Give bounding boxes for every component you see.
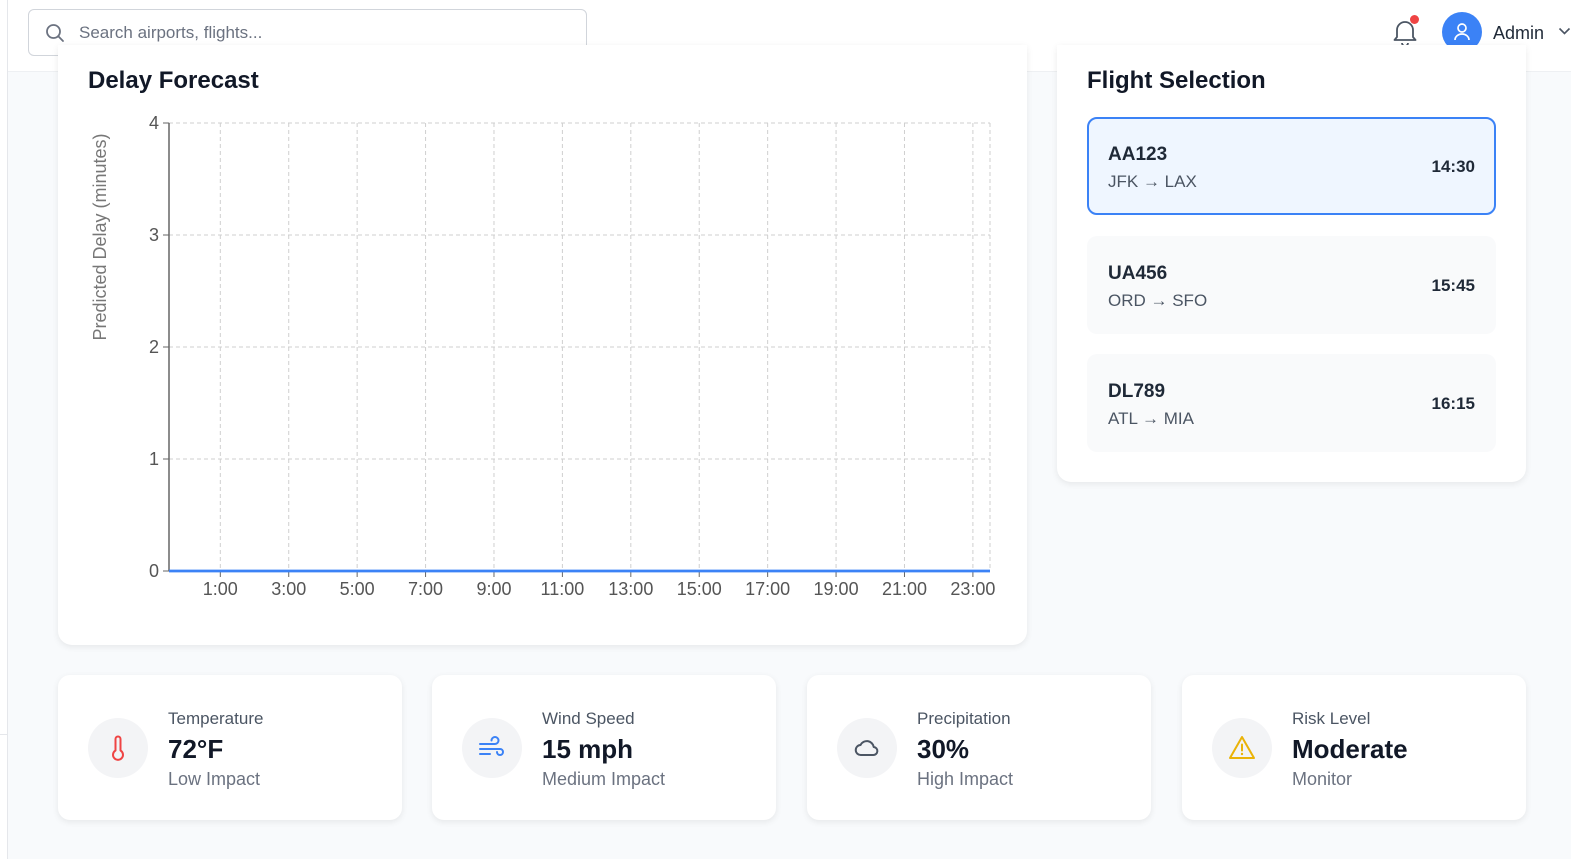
x-tick-label: 1:00 — [203, 579, 238, 599]
x-tick-label: 19:00 — [814, 579, 859, 599]
flight-code: AA123 — [1108, 144, 1168, 165]
flight-time: 16:15 — [1431, 394, 1475, 413]
metric-impact: Medium Impact — [542, 769, 666, 789]
delay-chart: 0 1 2 3 4 1:00 3:00 5:00 7:00 9:00 11:00 13:00 15:00… — [90, 113, 995, 599]
x-tick-label: 7:00 — [408, 579, 443, 599]
metric-card-risk-level: Risk Level Moderate Monitor — [1182, 675, 1526, 820]
flight-time: 15:45 — [1431, 276, 1475, 295]
y-tick-label: 0 — [149, 561, 159, 581]
metric-impact: Low Impact — [168, 769, 261, 789]
flight-code: DL789 — [1108, 381, 1166, 402]
warning-icon — [1229, 736, 1255, 759]
x-tick-label: 13:00 — [608, 579, 653, 599]
y-axis-label: Predicted Delay (minutes) — [90, 133, 110, 340]
flight-time: 14:30 — [1431, 157, 1475, 176]
metric-value: Moderate — [1292, 734, 1408, 764]
flight-route: ATL → MIA — [1108, 409, 1194, 428]
metric-label: Risk Level — [1292, 709, 1371, 728]
user-name[interactable]: Admin — [1493, 23, 1544, 44]
y-tick-label: 2 — [149, 337, 159, 357]
metric-card-wind-speed: Wind Speed 15 mph Medium Impact — [432, 675, 776, 820]
user-icon — [1454, 23, 1470, 41]
metric-value: 72°F — [168, 734, 224, 764]
notification-dot — [1410, 15, 1419, 24]
x-tick-label: 17:00 — [745, 579, 790, 599]
flight-item-dl789[interactable]: DL789 ATL → MIA 16:15 — [1087, 354, 1496, 452]
flight-item-ua456[interactable]: UA456 ORD → SFO 15:45 — [1087, 236, 1496, 334]
metric-label: Wind Speed — [542, 709, 635, 728]
metric-impact: Monitor — [1292, 769, 1353, 789]
x-tick-label: 15:00 — [677, 579, 722, 599]
metric-card-precipitation: Precipitation 30% High Impact — [807, 675, 1151, 820]
x-tick-label: 21:00 — [882, 579, 927, 599]
x-tick-label: 3:00 — [271, 579, 306, 599]
thermometer-icon — [112, 735, 124, 761]
metric-value: 15 mph — [542, 734, 634, 764]
y-tick-label: 1 — [149, 449, 159, 469]
x-tick-label: 9:00 — [476, 579, 511, 599]
metric-card-temperature: Temperature 72°F Low Impact — [58, 675, 402, 820]
y-tick-label: 3 — [149, 225, 159, 245]
cloud-icon — [854, 740, 879, 756]
metric-impact: High Impact — [917, 769, 1014, 789]
x-tick-label: 23:00 — [950, 579, 995, 599]
y-tick-label: 4 — [149, 113, 159, 133]
delay-forecast-card: Delay Forecast 0 1 2 3 4 1:00 3:00 5:00 7:00 9:00… — [58, 45, 1027, 645]
x-tick-label: 11:00 — [541, 579, 585, 599]
metric-value: 30% — [917, 734, 970, 764]
x-tick-label: 5:00 — [340, 579, 375, 599]
flight-route: ORD → SFO — [1108, 291, 1208, 310]
flight-selection-card: Flight Selection AA123 JFK → LAX 14:30 U… — [1057, 45, 1526, 482]
metric-label: Precipitation — [917, 709, 1011, 728]
search-icon — [46, 24, 64, 42]
metric-label: Temperature — [168, 709, 264, 728]
sidebar-edge — [0, 0, 8, 859]
wind-icon — [479, 736, 504, 756]
chevron-down-icon[interactable] — [1558, 27, 1571, 36]
flight-route: JFK → LAX — [1108, 172, 1197, 191]
flight-selection-title: Flight Selection — [1087, 67, 1266, 94]
notifications-button[interactable] — [1391, 15, 1421, 47]
flight-item-aa123[interactable]: AA123 JFK → LAX 14:30 — [1087, 117, 1496, 215]
flight-code: UA456 — [1108, 263, 1168, 284]
